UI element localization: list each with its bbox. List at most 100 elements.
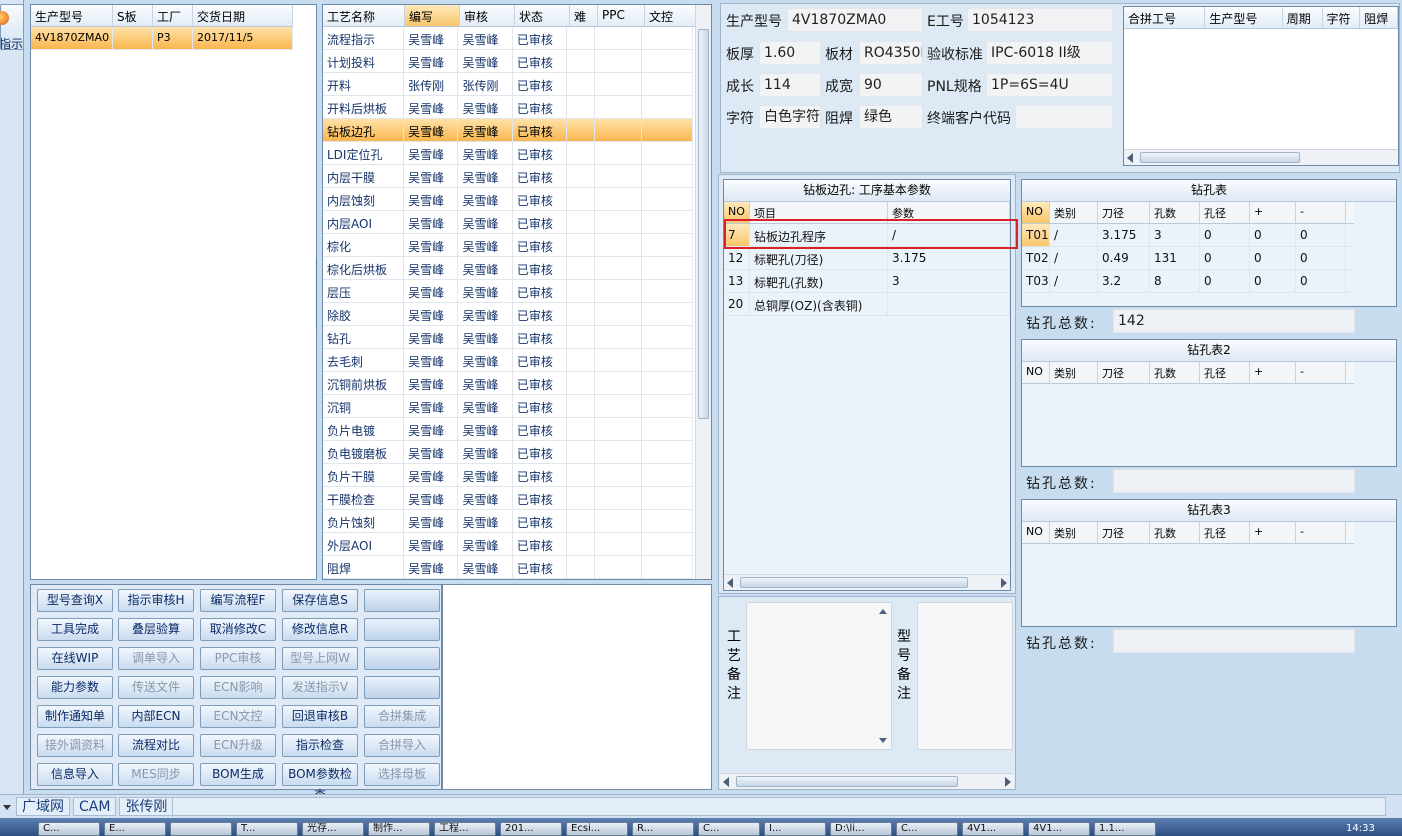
taskbar-item[interactable] bbox=[170, 822, 232, 836]
drill-col-header[interactable]: 孔数 bbox=[1150, 522, 1200, 543]
status-item[interactable]: CAM bbox=[73, 797, 117, 816]
taskbar-item[interactable]: 4V1... bbox=[962, 822, 1024, 836]
table-row[interactable]: 13 标靶孔(孔数) 3 bbox=[724, 270, 1010, 293]
taskbar-item[interactable]: 1.1... bbox=[1094, 822, 1156, 836]
drill-col-header[interactable]: NO bbox=[1022, 202, 1050, 223]
table-row[interactable]: 外层AOI 吴雪峰 吴雪峰 已审核 bbox=[323, 533, 693, 556]
action-button[interactable]: 接外调资料 bbox=[37, 734, 113, 757]
action-button[interactable]: 工具完成 bbox=[37, 618, 113, 641]
drill-col-header[interactable]: 孔径 bbox=[1200, 362, 1250, 383]
action-button[interactable]: 流程对比 bbox=[118, 734, 194, 757]
table-row[interactable]: 流程指示 吴雪峰 吴雪峰 已审核 bbox=[323, 27, 693, 50]
action-button[interactable]: 型号查询X bbox=[37, 589, 113, 612]
action-button[interactable] bbox=[364, 589, 440, 612]
models-col-header[interactable]: 生产型号 bbox=[31, 5, 113, 26]
merge-col-header[interactable]: 阻焊 bbox=[1360, 7, 1399, 28]
table-row[interactable]: 负片蚀刻 吴雪峰 吴雪峰 已审核 bbox=[323, 510, 693, 533]
drill2-total-field[interactable] bbox=[1113, 469, 1355, 493]
remark-scroll-up-icon[interactable] bbox=[879, 609, 887, 614]
action-button[interactable]: 指示审核H bbox=[118, 589, 194, 612]
taskbar-item[interactable]: 光存... bbox=[302, 822, 364, 836]
action-button[interactable]: 制作通知单 bbox=[37, 705, 113, 728]
action-button[interactable]: MES同步 bbox=[118, 763, 194, 786]
width-field[interactable]: 90 bbox=[859, 73, 923, 97]
action-button[interactable]: 选择母板 bbox=[364, 763, 440, 786]
drill-col-header[interactable]: + bbox=[1250, 362, 1296, 383]
mask-field[interactable]: 绿色 bbox=[859, 105, 923, 129]
process-col-header[interactable]: 工艺名称 bbox=[323, 5, 405, 26]
drill-col-header[interactable]: 刀径 bbox=[1098, 362, 1150, 383]
action-button[interactable]: ECN影响 bbox=[200, 676, 276, 699]
taskbar-item[interactable]: Ecsi... bbox=[566, 822, 628, 836]
taskbar-item[interactable]: C... bbox=[896, 822, 958, 836]
remark-scroll-down-icon[interactable] bbox=[879, 738, 887, 743]
length-field[interactable]: 114 bbox=[759, 73, 821, 97]
process-remark-textarea[interactable] bbox=[746, 602, 892, 750]
char-field[interactable]: 白色字符 bbox=[759, 105, 821, 129]
action-button[interactable]: PPC审核 bbox=[200, 647, 276, 670]
process-col-header[interactable]: 审核 bbox=[460, 5, 515, 26]
pnl-field[interactable]: 1P=6S=4U bbox=[986, 73, 1113, 97]
action-button[interactable]: 编写流程F bbox=[200, 589, 276, 612]
table-row[interactable]: 除胶 吴雪峰 吴雪峰 已审核 bbox=[323, 303, 693, 326]
action-button[interactable]: 修改信息R bbox=[282, 618, 358, 641]
process-col-header[interactable]: 难 bbox=[570, 5, 598, 26]
action-button[interactable]: 取消修改C bbox=[200, 618, 276, 641]
taskbar-item[interactable]: 制作... bbox=[368, 822, 430, 836]
table-row[interactable]: LDI定位孔 吴雪峰 吴雪峰 已审核 bbox=[323, 142, 693, 165]
action-button[interactable]: 能力参数 bbox=[37, 676, 113, 699]
process-col-header[interactable]: 编写 bbox=[405, 5, 460, 26]
drill-col-header[interactable]: + bbox=[1250, 522, 1296, 543]
action-button[interactable]: 指示检查 bbox=[282, 734, 358, 757]
merge-col-header[interactable]: 合拼工号 bbox=[1124, 7, 1206, 28]
models-col-header[interactable]: 交货日期 bbox=[193, 5, 293, 26]
merge-col-header[interactable]: 字符 bbox=[1323, 7, 1361, 28]
scroll-right-arrow-icon[interactable] bbox=[1001, 578, 1007, 588]
action-button[interactable]: ECN文控 bbox=[200, 705, 276, 728]
drill-col-header[interactable]: 类别 bbox=[1050, 522, 1098, 543]
process-col-header[interactable]: 状态 bbox=[515, 5, 570, 26]
taskbar-item[interactable]: I... bbox=[764, 822, 826, 836]
table-row[interactable]: 负片电镀 吴雪峰 吴雪峰 已审核 bbox=[323, 418, 693, 441]
scroll-right-arrow-icon[interactable] bbox=[1005, 777, 1011, 787]
standard-field[interactable]: IPC-6018 II级 bbox=[986, 41, 1113, 65]
drill-col-header[interactable]: 类别 bbox=[1050, 202, 1098, 223]
taskbar-item[interactable]: C... bbox=[698, 822, 760, 836]
table-row[interactable]: 阻焊 吴雪峰 吴雪峰 已审核 bbox=[323, 556, 693, 579]
action-button[interactable]: ECN升级 bbox=[200, 734, 276, 757]
model-remark-textarea[interactable] bbox=[917, 602, 1013, 750]
scroll-left-arrow-icon[interactable] bbox=[1127, 153, 1133, 163]
action-button[interactable]: BOM生成 bbox=[200, 763, 276, 786]
merge-col-header[interactable]: 生产型号 bbox=[1205, 7, 1283, 28]
action-button[interactable]: 叠层验算 bbox=[118, 618, 194, 641]
scroll-left-arrow-icon[interactable] bbox=[723, 777, 729, 787]
process-scrollbar[interactable] bbox=[695, 5, 711, 579]
action-button[interactable]: 合拼导入 bbox=[364, 734, 440, 757]
status-arrow-icon[interactable] bbox=[3, 805, 11, 810]
table-row[interactable]: 干膜检查 吴雪峰 吴雪峰 已审核 bbox=[323, 487, 693, 510]
table-row[interactable]: 内层蚀刻 吴雪峰 吴雪峰 已审核 bbox=[323, 188, 693, 211]
action-button[interactable]: 传送文件 bbox=[118, 676, 194, 699]
customer-field[interactable] bbox=[1015, 105, 1113, 129]
thickness-field[interactable]: 1.60 bbox=[759, 41, 821, 65]
action-button[interactable]: 在线WIP bbox=[37, 647, 113, 670]
action-button[interactable]: 保存信息S bbox=[282, 589, 358, 612]
drill-col-header[interactable]: 孔径 bbox=[1200, 522, 1250, 543]
table-row[interactable]: 20 总铜厚(OZ)(含表铜) bbox=[724, 293, 1010, 316]
table-row[interactable]: 4V1870ZMA0 P3 2017/11/5 bbox=[31, 27, 293, 50]
taskbar-item[interactable]: C... bbox=[38, 822, 100, 836]
status-item[interactable]: 广域网 bbox=[16, 797, 70, 816]
drill-col-header[interactable]: 刀径 bbox=[1098, 202, 1150, 223]
eno-field[interactable]: 1054123 bbox=[967, 8, 1113, 32]
drill1-total-field[interactable]: 142 bbox=[1113, 309, 1355, 333]
action-button[interactable]: 回退审核B bbox=[282, 705, 358, 728]
drill-col-header[interactable]: 类别 bbox=[1050, 362, 1098, 383]
drill-col-header[interactable]: - bbox=[1296, 522, 1346, 543]
models-col-header[interactable]: 工厂 bbox=[153, 5, 193, 26]
table-row[interactable]: 层压 吴雪峰 吴雪峰 已审核 bbox=[323, 280, 693, 303]
table-row[interactable]: T02/0.49 131 0 0 0 bbox=[1022, 247, 1354, 270]
table-row[interactable]: 负电镀磨板 吴雪峰 吴雪峰 已审核 bbox=[323, 441, 693, 464]
material-field[interactable]: RO4350B bbox=[859, 41, 923, 65]
merge-scroll-thumb[interactable] bbox=[1140, 152, 1300, 163]
table-row[interactable]: 12 标靶孔(刀径) 3.175 bbox=[724, 247, 1010, 270]
